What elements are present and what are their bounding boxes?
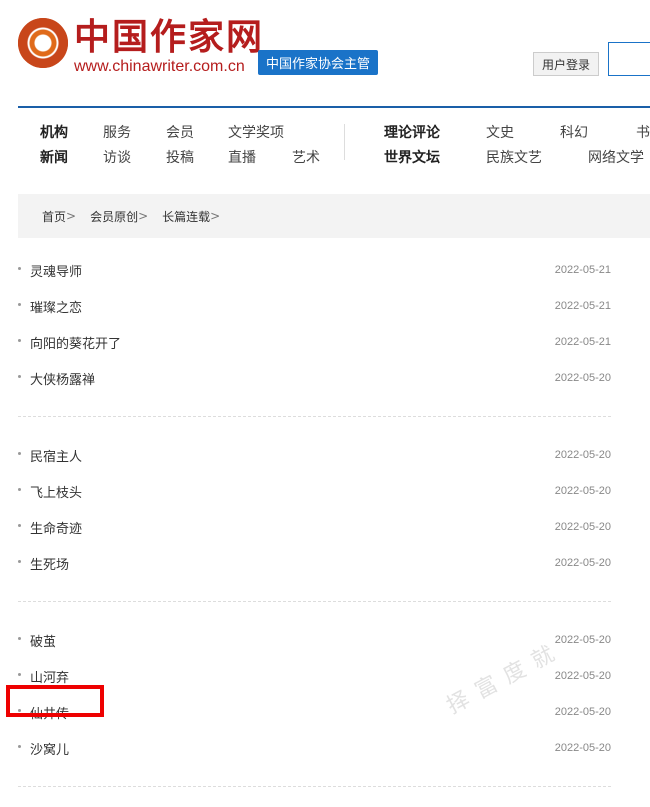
list-item[interactable]: 生命奇迹 2022-05-20 <box>18 509 611 545</box>
group-divider <box>18 601 611 602</box>
breadcrumb-serial[interactable]: 长篇连载 <box>162 208 210 225</box>
nav-item-shu[interactable]: 书 <box>636 122 650 142</box>
article-date: 2022-05-20 <box>554 706 611 718</box>
nav-item-fuwu[interactable]: 服务 <box>103 122 131 142</box>
article-date: 2022-05-20 <box>554 742 611 754</box>
breadcrumb-separator: > <box>66 209 77 223</box>
article-date: 2022-05-20 <box>554 449 611 461</box>
highlight-box <box>6 685 104 717</box>
nav-item-zhibo[interactable]: 直播 <box>228 147 256 167</box>
bullet-icon <box>18 267 21 270</box>
article-date: 2022-05-20 <box>554 372 611 384</box>
bullet-icon <box>18 452 21 455</box>
article-date: 2022-05-20 <box>554 670 611 682</box>
main-nav: 机构 服务 会员 文学奖项 理论评论 文史 科幻 书 新闻 访谈 投稿 直播 艺… <box>0 116 650 174</box>
breadcrumb-separator: > <box>210 209 221 223</box>
article-date: 2022-05-21 <box>554 336 611 348</box>
breadcrumb-home[interactable]: 首页 <box>42 208 66 225</box>
group-divider <box>18 416 611 417</box>
nav-item-huiyuan[interactable]: 会员 <box>166 122 194 142</box>
bullet-icon <box>18 339 21 342</box>
bullet-icon <box>18 524 21 527</box>
list-item[interactable]: 仙井传 2022-05-20 <box>18 694 611 730</box>
article-title[interactable]: 向阳的葵花开了 <box>30 333 121 352</box>
nav-item-xinwen[interactable]: 新闻 <box>40 147 68 167</box>
list-item[interactable]: 沙窝儿 2022-05-20 <box>18 730 611 766</box>
bullet-icon <box>18 637 21 640</box>
article-title[interactable]: 沙窝儿 <box>30 739 69 758</box>
nav-divider <box>344 124 345 160</box>
article-title[interactable]: 大侠杨露禅 <box>30 369 95 388</box>
nav-item-shijiewentan[interactable]: 世界文坛 <box>384 147 440 167</box>
article-date: 2022-05-20 <box>554 634 611 646</box>
nav-item-wangluowenxue[interactable]: 网络文学 <box>588 147 644 167</box>
article-title[interactable]: 破茧 <box>30 631 56 650</box>
bullet-icon <box>18 375 21 378</box>
article-date: 2022-05-21 <box>554 300 611 312</box>
breadcrumb: 首页 > 会员原创 > 长篇连载 > <box>18 194 650 238</box>
login-input[interactable] <box>608 42 650 76</box>
bullet-icon <box>18 488 21 491</box>
nav-item-wenxuejiangxiang[interactable]: 文学奖项 <box>228 122 284 142</box>
article-title[interactable]: 璀璨之恋 <box>30 297 82 316</box>
article-date: 2022-05-20 <box>554 557 611 569</box>
list-item[interactable]: 民宿主人 2022-05-20 <box>18 437 611 473</box>
logo-title: 中国作家网 <box>74 16 265 58</box>
bullet-icon <box>18 303 21 306</box>
bullet-icon <box>18 560 21 563</box>
article-title[interactable]: 山河弃 <box>30 667 69 686</box>
logo-url: www.chinawriter.com.cn <box>74 58 245 75</box>
emblem-icon <box>18 18 68 68</box>
list-item[interactable]: 璀璨之恋 2022-05-21 <box>18 288 611 324</box>
list-item[interactable]: 向阳的葵花开了 2022-05-21 <box>18 324 611 360</box>
article-title[interactable]: 民宿主人 <box>30 446 82 465</box>
bullet-icon <box>18 673 21 676</box>
login-button[interactable]: 用户登录 <box>533 52 599 76</box>
nav-item-kehuan[interactable]: 科幻 <box>560 122 588 142</box>
breadcrumb-member-original[interactable]: 会员原创 <box>90 208 138 225</box>
breadcrumb-separator: > <box>138 209 149 223</box>
article-title[interactable]: 灵魂导师 <box>30 261 82 280</box>
bullet-icon <box>18 745 21 748</box>
list-item[interactable]: 灵魂导师 2022-05-21 <box>18 252 611 288</box>
nav-item-lilunpinglun[interactable]: 理论评论 <box>384 122 440 142</box>
article-date: 2022-05-21 <box>554 264 611 276</box>
article-date: 2022-05-20 <box>554 521 611 533</box>
list-item[interactable]: 生死场 2022-05-20 <box>18 545 611 581</box>
site-header: 中国作家网 www.chinawriter.com.cn 中国作家协会主管 用户… <box>0 0 650 108</box>
article-list: 灵魂导师 2022-05-21 璀璨之恋 2022-05-21 向阳的葵花开了 202… <box>18 252 611 807</box>
nav-item-fangtan[interactable]: 访谈 <box>103 147 131 167</box>
list-item[interactable]: 飞上枝头 2022-05-20 <box>18 473 611 509</box>
nav-item-jigou[interactable]: 机构 <box>40 122 68 142</box>
article-title[interactable]: 生命奇迹 <box>30 518 82 537</box>
nav-item-wenshi[interactable]: 文史 <box>486 122 514 142</box>
article-title[interactable]: 飞上枝头 <box>30 482 82 501</box>
nav-item-minzuwenyi[interactable]: 民族文艺 <box>486 147 542 167</box>
article-title[interactable]: 生死场 <box>30 554 69 573</box>
nav-item-tougao[interactable]: 投稿 <box>166 147 194 167</box>
sponsor-badge: 中国作家协会主管 <box>258 50 379 75</box>
list-item[interactable]: 大侠杨露禅 2022-05-20 <box>18 360 611 396</box>
group-divider <box>18 786 611 787</box>
article-date: 2022-05-20 <box>554 485 611 497</box>
header-divider <box>18 106 650 108</box>
site-logo[interactable]: 中国作家网 www.chinawriter.com.cn <box>18 18 264 76</box>
nav-item-yishu[interactable]: 艺术 <box>292 147 320 167</box>
